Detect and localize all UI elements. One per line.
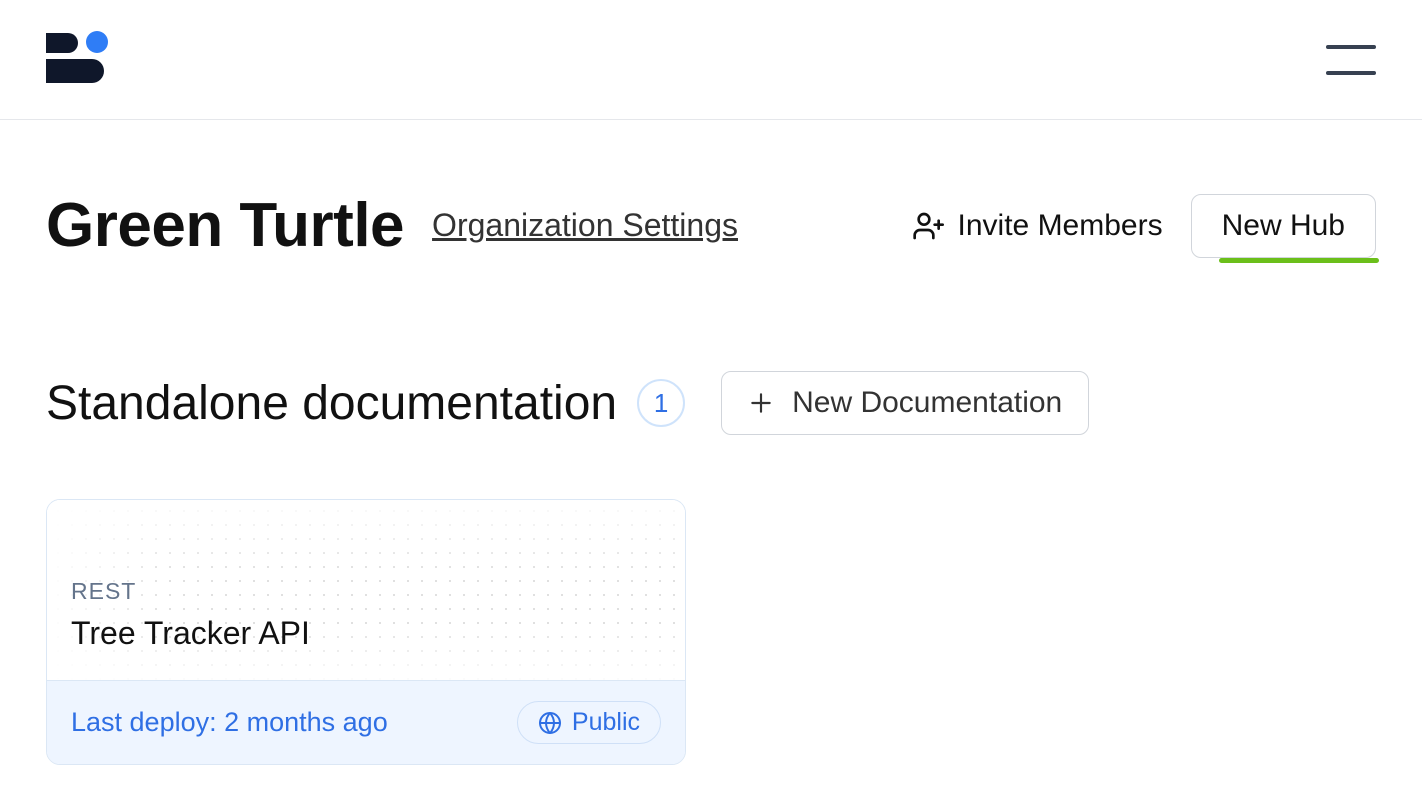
- card-api-type: REST: [71, 578, 661, 605]
- user-plus-icon: [912, 210, 944, 242]
- globe-icon: [538, 711, 562, 735]
- section-title: Standalone documentation: [46, 376, 617, 431]
- new-hub-label: New Hub: [1222, 209, 1345, 242]
- new-documentation-label: New Documentation: [792, 386, 1062, 420]
- doc-count-badge: 1: [637, 379, 685, 427]
- visibility-pill: Public: [517, 701, 661, 744]
- new-hub-highlight: [1219, 258, 1379, 263]
- brand-logo[interactable]: [46, 33, 104, 87]
- new-hub-button[interactable]: New Hub: [1191, 194, 1376, 258]
- plus-icon: [748, 390, 774, 416]
- documentation-card[interactable]: REST Tree Tracker API Last deploy: 2 mon…: [46, 499, 686, 765]
- visibility-label: Public: [572, 708, 640, 737]
- new-documentation-button[interactable]: New Documentation: [721, 371, 1089, 435]
- org-header: Green Turtle Organization Settings Invit…: [46, 190, 1376, 261]
- card-deploy-status: Last deploy: 2 months ago: [71, 707, 388, 738]
- org-settings-link[interactable]: Organization Settings: [432, 207, 738, 244]
- card-title: Tree Tracker API: [71, 615, 661, 652]
- invite-members-label: Invite Members: [958, 209, 1163, 243]
- top-bar: [0, 0, 1422, 120]
- menu-icon[interactable]: [1326, 45, 1376, 75]
- card-footer: Last deploy: 2 months ago Public: [47, 680, 685, 764]
- org-name: Green Turtle: [46, 190, 404, 261]
- section-header: Standalone documentation 1 New Documenta…: [46, 371, 1376, 435]
- main-content: Green Turtle Organization Settings Invit…: [0, 120, 1422, 765]
- card-body: REST Tree Tracker API: [47, 500, 685, 680]
- invite-members-button[interactable]: Invite Members: [912, 209, 1163, 243]
- header-actions: Invite Members New Hub: [912, 194, 1376, 258]
